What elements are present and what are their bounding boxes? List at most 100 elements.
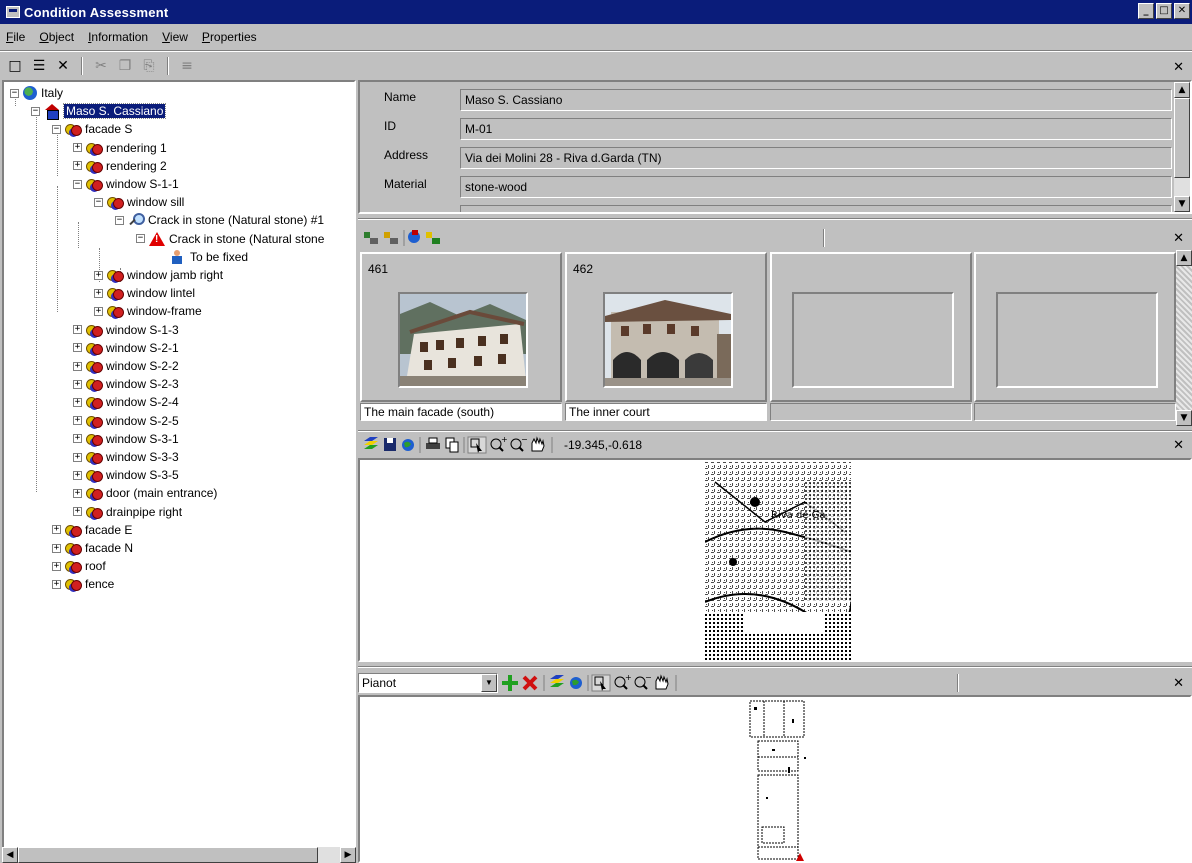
expand-icon[interactable]: + — [52, 561, 61, 571]
person-tree-icon[interactable] — [364, 232, 378, 244]
photo-cell[interactable] — [974, 252, 1176, 402]
photo-main-facade[interactable] — [400, 294, 526, 386]
add-icon[interactable] — [502, 675, 518, 691]
expand-icon[interactable]: + — [52, 579, 61, 589]
close-button[interactable]: ✕ — [1174, 3, 1190, 19]
expand-icon[interactable]: + — [52, 543, 61, 553]
expand-icon[interactable]: + — [94, 288, 103, 298]
tree-horizontal-scrollbar[interactable]: ◀ ▶ — [2, 847, 356, 863]
tree-item[interactable]: To be fixed — [157, 248, 248, 266]
expand-icon[interactable]: + — [73, 507, 82, 517]
tree-item[interactable]: + window lintel — [94, 284, 195, 302]
menu-information[interactable]: Information — [88, 30, 148, 44]
collapse-icon[interactable]: − — [115, 215, 124, 225]
collapse-icon[interactable]: − — [10, 88, 19, 98]
expand-icon[interactable]: + — [73, 470, 82, 480]
tree-item[interactable]: + window S-2-3 — [73, 375, 179, 393]
tree-item[interactable]: + facade N — [52, 539, 133, 557]
photo-tree-icon[interactable] — [426, 232, 440, 244]
delete-icon[interactable]: ✕ — [54, 57, 72, 75]
tree-item[interactable]: + window S-2-5 — [73, 412, 179, 430]
tree-item[interactable]: + window S-2-2 — [73, 357, 179, 375]
close-map-icon[interactable]: ✕ — [1173, 438, 1184, 453]
expand-icon[interactable]: + — [73, 325, 82, 335]
properties-icon[interactable]: ☰ — [30, 57, 48, 75]
close-properties-icon[interactable]: ✕ — [1173, 60, 1184, 75]
tree-item[interactable]: − Maso S. Cassiano — [31, 102, 167, 121]
zoom-in-icon[interactable]: + — [490, 435, 508, 452]
tree-item[interactable]: + drainpipe right — [73, 503, 182, 521]
zoom-out-icon[interactable]: − — [634, 673, 652, 690]
expand-icon[interactable]: + — [73, 452, 82, 462]
scroll-thumb[interactable] — [1174, 98, 1190, 178]
menu-file[interactable]: File — [6, 30, 25, 44]
scroll-up-button[interactable]: ▲ — [1176, 250, 1192, 266]
tree-item[interactable]: + window S-2-4 — [73, 393, 179, 411]
id-field[interactable]: M-01 — [460, 118, 1172, 140]
new-icon[interactable]: □ — [6, 57, 24, 75]
expand-icon[interactable]: + — [73, 343, 82, 353]
scroll-left-button[interactable]: ◀ — [2, 847, 18, 863]
expand-icon[interactable]: + — [94, 270, 103, 280]
collapse-icon[interactable]: − — [136, 234, 145, 244]
menu-view[interactable]: View — [162, 30, 188, 44]
save-icon[interactable] — [384, 438, 396, 451]
expand-icon[interactable]: + — [52, 525, 61, 535]
next-field[interactable] — [460, 205, 1172, 212]
tree-item[interactable]: − Crack in stone (Natural stone — [136, 230, 324, 248]
photo-caption[interactable]: The main facade (south) — [360, 403, 562, 421]
tree-item[interactable]: + rendering 2 — [73, 157, 167, 175]
photo-cell[interactable]: 462 — [565, 252, 767, 402]
print-icon[interactable] — [426, 437, 440, 449]
tree-item[interactable]: + window-frame — [94, 302, 202, 320]
expand-icon[interactable]: + — [94, 306, 103, 316]
paste-icon[interactable]: ⎘ — [140, 57, 158, 75]
map-view[interactable]: Riva de Ga — [358, 458, 1192, 662]
close-photos-icon[interactable]: ✕ — [1173, 231, 1184, 246]
select-icon[interactable] — [591, 674, 611, 692]
expand-icon[interactable]: + — [73, 143, 82, 153]
minimize-button[interactable]: _ — [1138, 3, 1154, 19]
scroll-right-button[interactable]: ▶ — [340, 847, 356, 863]
menu-object[interactable]: Object — [39, 30, 74, 44]
expand-icon[interactable]: + — [73, 434, 82, 444]
photo-caption[interactable] — [770, 403, 972, 421]
photo-caption[interactable]: The inner court — [565, 403, 767, 421]
tree-item[interactable]: − window S-1-1 — [73, 175, 179, 193]
tree-item[interactable]: + rendering 1 — [73, 139, 167, 157]
pan-hand-icon[interactable] — [655, 674, 669, 690]
photo-cell[interactable] — [770, 252, 972, 402]
collapse-icon[interactable]: − — [52, 124, 61, 134]
scroll-down-button[interactable]: ▼ — [1176, 410, 1192, 426]
expand-icon[interactable]: + — [73, 379, 82, 389]
collapse-icon[interactable]: − — [94, 197, 103, 207]
zoom-out-icon[interactable]: − — [510, 435, 528, 452]
object-tree[interactable]: − Italy − Maso S. Cassiano − facade S + renderi… — [2, 80, 356, 863]
globe-icon[interactable] — [402, 439, 414, 451]
copy-map-icon[interactable] — [445, 437, 459, 453]
zoom-in-icon[interactable]: + — [614, 673, 632, 690]
scroll-up-button[interactable]: ▲ — [1174, 82, 1190, 98]
floor-plan-view[interactable] — [358, 695, 1192, 863]
chevron-down-icon[interactable]: ▼ — [481, 674, 497, 692]
layers-icon[interactable] — [550, 675, 564, 687]
tree-item[interactable]: + window S-3-3 — [73, 448, 179, 466]
tree-item[interactable]: − window sill — [94, 193, 184, 211]
tree-item[interactable]: − facade S — [52, 120, 132, 138]
maximize-button[interactable]: □ — [1156, 3, 1172, 19]
expand-icon[interactable]: + — [73, 161, 82, 171]
tree-item[interactable]: + facade E — [52, 521, 132, 539]
globe-icon[interactable] — [570, 677, 582, 689]
expand-icon[interactable]: + — [73, 397, 82, 407]
name-field[interactable]: Maso S. Cassiano — [460, 89, 1172, 111]
select-icon[interactable] — [467, 436, 487, 454]
layers-icon[interactable] — [364, 437, 378, 449]
photo-inner-court[interactable] — [605, 294, 731, 386]
properties-scrollbar[interactable]: ▲ ▼ — [1174, 82, 1190, 212]
layer-select[interactable]: Pianot ▼ — [358, 673, 498, 693]
scroll-thumb[interactable] — [18, 847, 318, 863]
menu-properties[interactable]: Properties — [202, 30, 257, 44]
photo-globe-icon[interactable] — [408, 230, 420, 243]
cut-icon[interactable]: ✂ — [92, 57, 110, 75]
expand-icon[interactable]: + — [73, 361, 82, 371]
